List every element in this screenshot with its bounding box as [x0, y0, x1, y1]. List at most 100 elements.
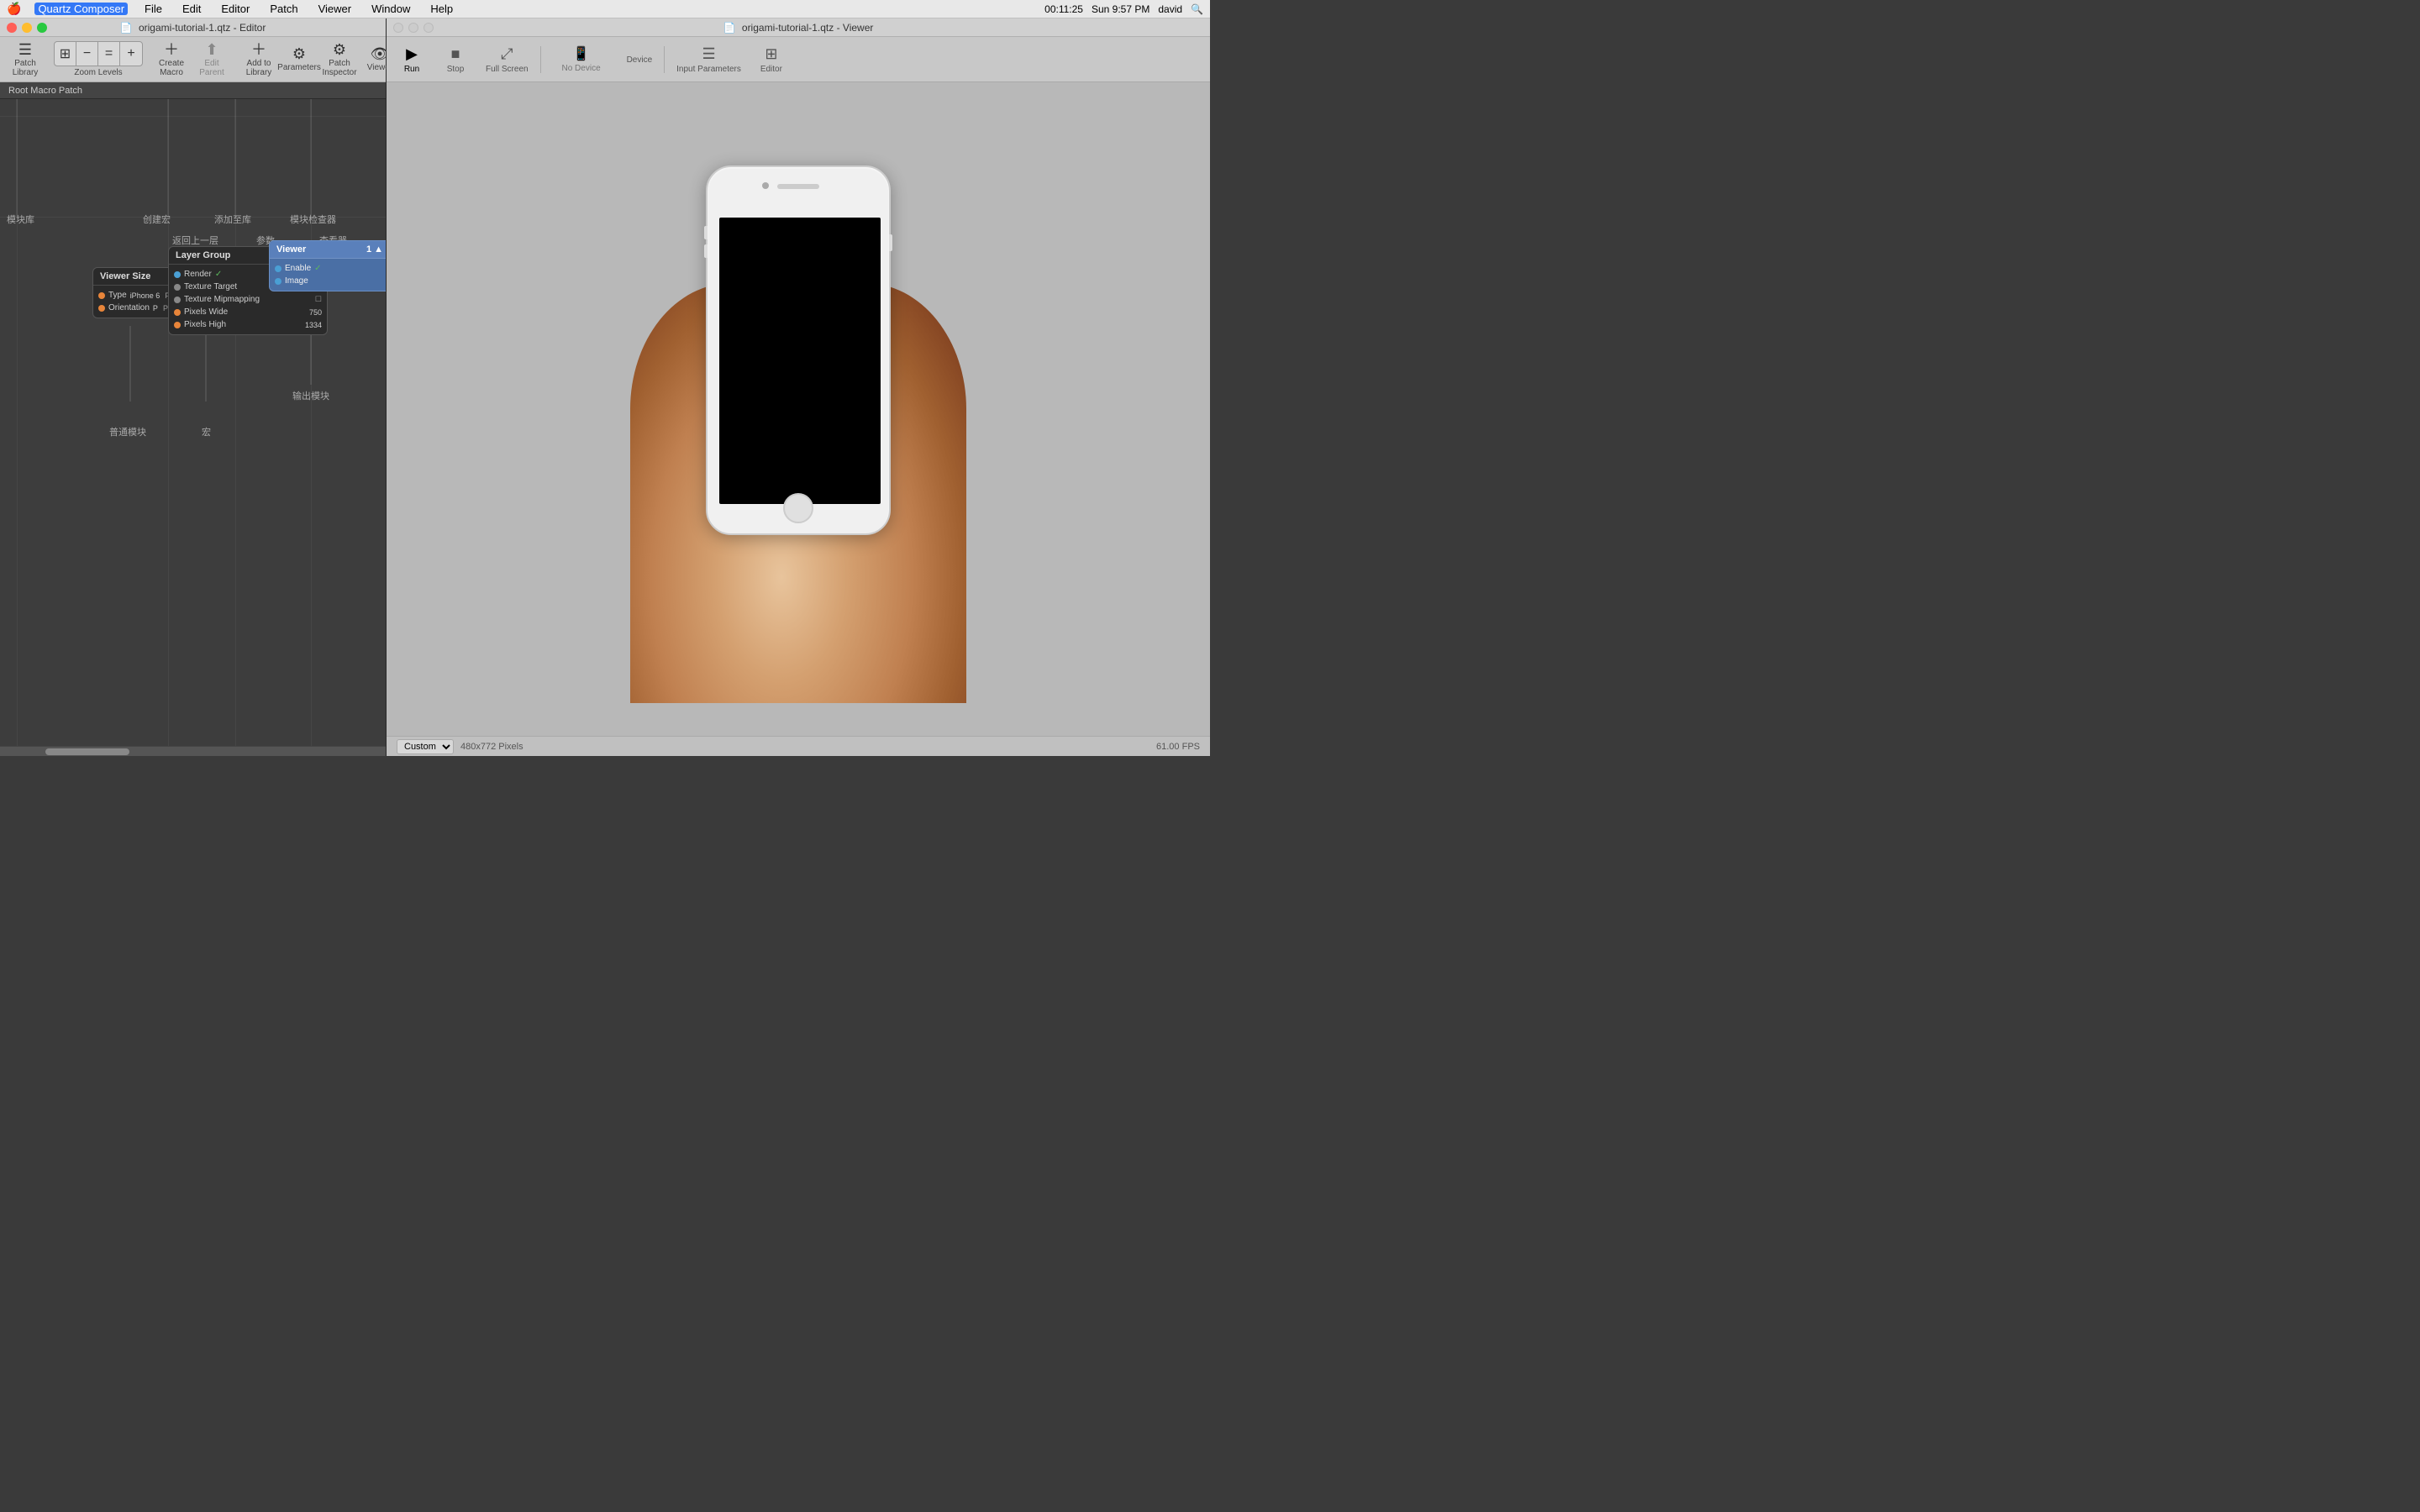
port-orientation-label: Orientation	[108, 303, 150, 312]
port-tmm-label: Texture Mipmapping	[184, 295, 260, 304]
scroll-thumb[interactable]	[45, 748, 129, 755]
create-macro-button[interactable]: ＋ Create Macro	[153, 39, 190, 80]
viewer-pane: 📄 origami-tutorial-1.qtz - Viewer ▶ Run …	[387, 18, 1210, 756]
canvas-label-normal-patch: 普通模块	[109, 425, 146, 438]
canvas-label-output: 输出模块	[292, 389, 329, 402]
canvas-area[interactable]: 模块库 创建宏 添加至库 模块检查器 返回上一层 参数 查看器	[0, 99, 386, 746]
fps-display: 61.00 FPS	[1156, 742, 1200, 752]
menu-help[interactable]: Help	[427, 3, 456, 15]
minimize-button[interactable]	[22, 23, 32, 33]
add-to-library-button[interactable]: ＋ Add to Library	[240, 39, 277, 80]
stop-icon: ■	[451, 45, 460, 63]
edit-parent-button[interactable]: ⬆ Edit Parent	[193, 39, 230, 80]
doc-icon: 📄	[120, 22, 133, 34]
stop-button[interactable]: ■ Stop	[437, 39, 474, 80]
viewer-close-btn[interactable]	[393, 23, 403, 33]
editor-toolbar: ☰ Patch Library ⊞ − = + Zoom Levels ＋ Cr…	[0, 37, 386, 82]
zoom-minus-button[interactable]: −	[76, 42, 98, 66]
menu-patch[interactable]: Patch	[266, 3, 301, 15]
editor-icon: ⊞	[765, 45, 777, 63]
viewer-node[interactable]: Viewer 1 ▲ Enable ✓ Image	[269, 240, 386, 291]
port-dot-pw2	[174, 309, 181, 316]
device-label: Device	[627, 55, 653, 65]
volume-up-button	[704, 226, 708, 239]
close-button[interactable]	[7, 23, 17, 33]
window-controls	[7, 23, 47, 33]
viewer-doc-icon: 📄	[723, 22, 736, 34]
zoom-grid-button[interactable]: ⊞	[55, 42, 76, 66]
no-device-icon: 📱	[573, 45, 590, 62]
canvas-label-back: 返回上一层	[172, 234, 218, 247]
port-dot-tmm	[174, 297, 181, 303]
menu-viewer[interactable]: Viewer	[315, 3, 355, 15]
menu-items: Quartz Composer File Edit Editor Patch V…	[34, 3, 456, 15]
patch-library-button[interactable]: ☰ Patch Library	[7, 39, 44, 80]
volume-down-button	[704, 244, 708, 258]
viewer-window-controls	[393, 23, 434, 33]
port-dot-enable	[275, 265, 281, 272]
phone-frame	[706, 165, 891, 535]
list-icon: ☰	[18, 42, 32, 57]
grid-line	[235, 99, 236, 746]
menu-quartz-composer[interactable]: Quartz Composer	[34, 3, 128, 15]
port-tmm-check: ☐	[315, 295, 322, 304]
canvas-label-patch-library: 模块库	[7, 213, 34, 226]
zoom-equals-button[interactable]: =	[98, 42, 120, 66]
viewer-node-title: Viewer	[276, 244, 306, 255]
main-container: 📄 origami-tutorial-1.qtz - Editor ☰ Patc…	[0, 18, 1210, 756]
port-dot-type	[98, 292, 105, 299]
port-pixels-wide: Pixels Wide 750	[174, 306, 322, 318]
no-device-label: No Device	[562, 64, 601, 73]
menu-date: Sun 9:57 PM	[1092, 3, 1150, 15]
maximize-button[interactable]	[37, 23, 47, 33]
patch-inspector-label: Patch Inspector	[322, 59, 356, 77]
viewer-node-header: Viewer 1 ▲	[270, 241, 386, 259]
port-dot-viewer-image	[275, 278, 281, 285]
patch-inspector-icon: ⚙	[333, 42, 346, 57]
full-screen-label: Full Screen	[486, 65, 529, 74]
search-icon[interactable]: 🔍	[1191, 3, 1203, 15]
input-parameters-button[interactable]: ☰ Input Parameters	[671, 39, 746, 80]
viewer-node-count: 1 ▲	[366, 244, 383, 255]
zoom-plus-button[interactable]: +	[120, 42, 142, 66]
custom-select[interactable]: Custom	[397, 739, 454, 754]
phone-speaker	[777, 184, 819, 189]
stop-label: Stop	[447, 65, 465, 74]
patch-inspector-button[interactable]: ⚙ Patch Inspector	[321, 39, 358, 80]
resolution-display: 480x772 Pixels	[460, 742, 523, 752]
port-texture-mm: Texture Mipmapping ☐	[174, 293, 322, 306]
viewer-tab-bar: 📄 origami-tutorial-1.qtz - Viewer	[387, 18, 1210, 37]
viewer-minimize-btn[interactable]	[408, 23, 418, 33]
device-button[interactable]: Device	[622, 39, 658, 80]
viewer-maximize-btn[interactable]	[424, 23, 434, 33]
menu-file[interactable]: File	[141, 3, 166, 15]
port-type-label: Type	[108, 291, 127, 300]
canvas-label-create-macro: 创建宏	[143, 213, 171, 226]
edit-parent-icon: ⬆	[205, 42, 218, 57]
port-enable-label: Enable	[285, 264, 311, 273]
edit-parent-label: Edit Parent	[197, 59, 227, 77]
menu-editor[interactable]: Editor	[218, 3, 253, 15]
grid-line	[311, 99, 312, 746]
run-button[interactable]: ▶ Run	[393, 39, 430, 80]
horizontal-scrollbar[interactable]	[0, 746, 386, 756]
menu-edit[interactable]: Edit	[179, 3, 204, 15]
menu-window[interactable]: Window	[368, 3, 413, 15]
port-pixels-high: Pixels High 1334	[174, 318, 322, 331]
menu-time: 00:11:25	[1044, 3, 1083, 15]
breadcrumb-text: Root Macro Patch	[8, 86, 82, 96]
full-screen-button[interactable]: ⤢ Full Screen	[481, 39, 534, 80]
phone-home-button[interactable]	[783, 493, 813, 523]
viewer-node-body: Enable ✓ Image	[270, 259, 386, 291]
parameters-button[interactable]: ⚙ Parameters	[281, 39, 318, 80]
port-pw-label: Pixels Wide	[184, 307, 228, 317]
port-dot-render	[174, 271, 181, 278]
port-render-label: Render	[184, 270, 212, 279]
editor-button[interactable]: ⊞ Editor	[753, 39, 790, 80]
connector-lines	[0, 99, 386, 746]
menubar-right: 00:11:25 Sun 9:57 PM david 🔍	[1044, 3, 1203, 15]
breadcrumb: Root Macro Patch	[0, 82, 386, 99]
viewer-toolbar: ▶ Run ■ Stop ⤢ Full Screen 📱 No Device D…	[387, 37, 1210, 82]
port-type-value: iPhone 6	[130, 291, 160, 300]
apple-menu-icon[interactable]: 🍎	[7, 2, 21, 16]
